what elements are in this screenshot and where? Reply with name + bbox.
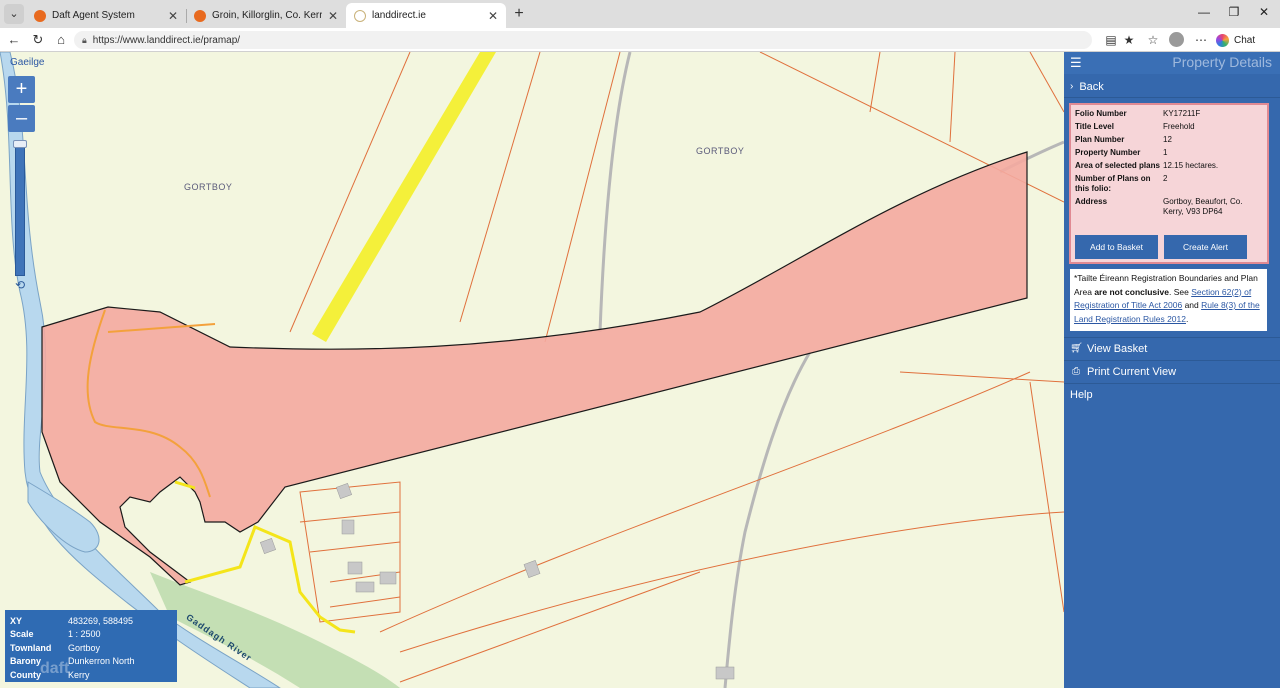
language-link[interactable]: Gaeilge — [10, 57, 44, 68]
note-text: and — [1182, 300, 1202, 310]
note-bold: are not conclusive — [1094, 286, 1169, 297]
add-to-basket-button[interactable]: Add to Basket — [1075, 235, 1158, 259]
back-button[interactable]: › Back — [1064, 76, 1280, 98]
tab-title: Groin, Killorglin, Co. Kerry, V93DV2 — [212, 10, 322, 21]
chat-button[interactable]: Chat — [1216, 31, 1255, 49]
daft-favicon-icon — [34, 9, 46, 22]
tab-groin-killorglin[interactable]: Groin, Killorglin, Co. Kerry, V93DV2 ✕ — [186, 3, 346, 28]
property-number-value: 1 — [1163, 148, 1168, 157]
property-details-box: Folio Number KY17211F Title Level Freehold… — [1069, 103, 1269, 264]
num-plans-value: 2 — [1163, 174, 1168, 183]
folio-value: KY17211F — [1163, 109, 1201, 118]
close-tab-icon[interactable]: ✕ — [328, 9, 338, 23]
barony-value: Dunkerron North — [68, 656, 135, 667]
printer-icon: ⎙ — [1072, 366, 1080, 377]
townland-label: GORTBOY — [184, 182, 233, 192]
note-text: . See — [1168, 286, 1192, 297]
new-tab-icon[interactable]: + — [511, 5, 527, 23]
townland-info-label: Townland — [10, 642, 52, 653]
county-value: Kerry — [68, 669, 90, 680]
area-value: 12.15 hectares. — [1163, 161, 1219, 170]
zoom-slider[interactable] — [15, 140, 25, 276]
print-view-item[interactable]: ⎙ Print Current View — [1064, 360, 1280, 382]
townland-label: GORTBOY — [696, 146, 745, 156]
plan-number-value: 12 — [1163, 135, 1172, 144]
map-info-box: XY 483269, 588495 Scale 1 : 2500 Townland G… — [5, 610, 177, 682]
view-basket-label: View Basket — [1087, 342, 1148, 355]
property-panel: ☰ Property Details › Back Folio Number KY… — [1064, 52, 1280, 688]
home-icon[interactable]: ⌂ — [53, 32, 69, 48]
address-bar[interactable]: 🔒︎ https://www.landdirect.ie/pramap/ — [74, 31, 1092, 49]
more-icon[interactable]: ⋯ — [1193, 33, 1209, 47]
favorites-icon[interactable]: ☆ — [1145, 33, 1161, 47]
url-text: https://www.landdirect.ie/pramap/ — [92, 34, 241, 46]
scale-value: 1 : 2500 — [68, 629, 101, 640]
cart-icon: 🛒︎ — [1070, 343, 1083, 354]
profile-avatar[interactable] — [1169, 32, 1184, 47]
disclaimer-note: *Tailte Éireann Registration Boundaries … — [1069, 268, 1268, 332]
title-level-label: Title Level — [1075, 122, 1114, 131]
folio-label: Folio Number — [1075, 109, 1127, 118]
panel-title: Property Details — [1172, 54, 1272, 70]
daft-watermark: daft — [40, 660, 70, 677]
townland-value: Gortboy — [68, 642, 101, 653]
map-canvas[interactable]: Gaeilge + – ⟲ GORTBOY GORTBOY Gaddagh Ri… — [0, 52, 1064, 688]
title-level-value: Freehold — [1163, 122, 1195, 131]
chevron-right-icon: › — [1070, 81, 1074, 92]
tab-landdirect[interactable]: landdirect.ie ✕ — [346, 3, 506, 28]
yellow-road — [312, 52, 496, 342]
favorite-star-icon[interactable]: ★ — [1121, 33, 1137, 47]
zoom-reset-icon[interactable]: ⟲ — [12, 278, 28, 292]
scale-label: Scale — [10, 629, 34, 640]
close-tab-icon[interactable]: ✕ — [488, 9, 498, 23]
help-label: Help — [1070, 388, 1093, 401]
grey-road — [723, 351, 812, 688]
create-alert-button[interactable]: Create Alert — [1164, 235, 1247, 259]
grey-road — [598, 52, 632, 333]
note-text: . — [1186, 313, 1189, 324]
hamburger-menu-icon[interactable]: ☰ — [1070, 55, 1082, 71]
tab-daft-agent[interactable]: Daft Agent System ✕ — [26, 3, 187, 28]
close-tab-icon[interactable]: ✕ — [168, 9, 178, 23]
view-basket-item[interactable]: 🛒︎ View Basket — [1064, 337, 1280, 359]
lock-icon[interactable]: 🔒︎ — [82, 35, 87, 46]
chat-label: Chat — [1234, 34, 1256, 46]
property-number-label: Property Number — [1075, 148, 1141, 157]
restore-icon[interactable]: ❐ — [1226, 5, 1242, 19]
browser-tab-bar: ⌄ Daft Agent System ✕ Groin, Killorglin,… — [0, 0, 1280, 28]
address-value: Gortboy, Beaufort, Co. Kerry, V93 DP64 — [1163, 197, 1243, 216]
tab-title: Daft Agent System — [52, 10, 135, 21]
help-item[interactable]: Help — [1064, 383, 1280, 405]
zoom-in-button[interactable]: + — [8, 76, 35, 103]
back-icon[interactable]: ← — [6, 32, 22, 48]
map-drawing — [0, 52, 1064, 688]
tab-title: landdirect.ie — [372, 10, 426, 21]
zoom-out-button[interactable]: – — [8, 105, 35, 132]
close-window-icon[interactable]: ✕ — [1256, 5, 1272, 19]
reload-icon[interactable]: ↻ — [30, 32, 46, 48]
browser-toolbar: ← ↻ ⌂ 🔒︎ https://www.landdirect.ie/prama… — [0, 28, 1280, 52]
reader-icon[interactable]: ▤ — [1103, 33, 1119, 47]
daft-favicon-icon — [194, 9, 206, 22]
xy-label: XY — [10, 615, 23, 626]
print-label: Print Current View — [1087, 365, 1177, 378]
back-label: Back — [1079, 80, 1104, 93]
property-parcel — [41, 151, 1028, 586]
zoom-slider-handle[interactable] — [13, 140, 27, 148]
tab-list-icon[interactable]: ⌄ — [4, 4, 24, 24]
panel-header: ☰ Property Details — [1064, 52, 1280, 74]
landdirect-favicon-icon — [354, 9, 366, 22]
minimize-icon[interactable]: — — [1196, 5, 1212, 19]
address-label: Address — [1075, 197, 1108, 206]
plan-number-label: Plan Number — [1075, 135, 1125, 144]
xy-value: 483269, 588495 — [68, 615, 134, 626]
copilot-icon — [1216, 33, 1229, 47]
num-plans-label: Number of Plans on this folio: — [1075, 174, 1151, 193]
area-label: Area of selected plans — [1075, 161, 1160, 170]
